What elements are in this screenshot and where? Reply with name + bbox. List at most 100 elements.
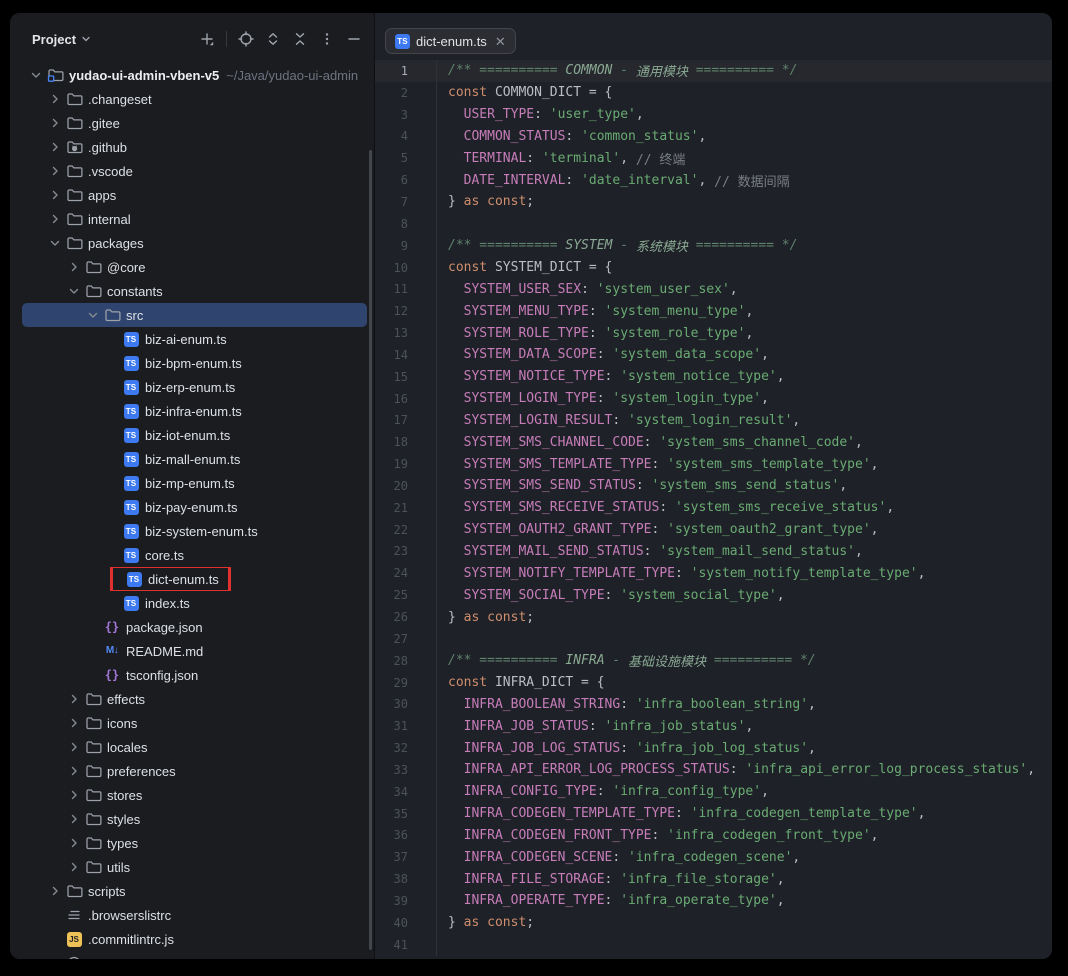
chevron-right-icon[interactable] — [47, 187, 63, 203]
tree-item-item[interactable] — [10, 951, 374, 959]
line-number: 28 — [375, 650, 437, 672]
tree-item-utils[interactable]: utils — [10, 855, 374, 879]
folder-icon — [84, 835, 102, 851]
tree-item-biz-bpm-enum-ts[interactable]: TSbiz-bpm-enum.ts — [10, 351, 374, 375]
folder-icon — [65, 163, 83, 179]
line-number: 10 — [375, 257, 437, 279]
tree-item-github[interactable]: .github — [10, 135, 374, 159]
tree-item-biz-pay-enum-ts[interactable]: TSbiz-pay-enum.ts — [10, 495, 374, 519]
tree-item-biz-iot-enum-ts[interactable]: TSbiz-iot-enum.ts — [10, 423, 374, 447]
chevron-spacer — [104, 403, 120, 419]
tree-item-label: icons — [107, 716, 137, 731]
code-line-text: INFRA_JOB_LOG_STATUS: 'infra_job_log_sta… — [437, 737, 816, 759]
chevron-right-icon[interactable] — [66, 739, 82, 755]
tree-item-biz-erp-enum-ts[interactable]: TSbiz-erp-enum.ts — [10, 375, 374, 399]
tree-item-label: locales — [107, 740, 147, 755]
tree-item-commitlintrc-js[interactable]: JS.commitlintrc.js — [10, 927, 374, 951]
collapse-all-icon[interactable] — [292, 31, 308, 47]
chevron-right-icon[interactable] — [66, 259, 82, 275]
tree-item-constants[interactable]: constants — [10, 279, 374, 303]
tree-item-biz-mp-enum-ts[interactable]: TSbiz-mp-enum.ts — [10, 471, 374, 495]
tab-dict-enum-ts[interactable]: TS dict-enum.ts ✕ — [385, 28, 516, 54]
chevron-right-icon[interactable] — [47, 91, 63, 107]
tree-item-browserslistrc[interactable]: .browserslistrc — [10, 903, 374, 927]
code-line: 41 — [375, 934, 1052, 956]
code-line: 23 SYSTEM_MAIL_SEND_STATUS: 'system_mail… — [375, 541, 1052, 563]
line-number: 2 — [375, 82, 437, 104]
code-line: 24 SYSTEM_NOTIFY_TEMPLATE_TYPE: 'system_… — [375, 562, 1052, 584]
tree-item-biz-system-enum-ts[interactable]: TSbiz-system-enum.ts — [10, 519, 374, 543]
tree-item-biz-infra-enum-ts[interactable]: TSbiz-infra-enum.ts — [10, 399, 374, 423]
chevron-down-icon[interactable] — [28, 67, 44, 83]
chevron-right-icon[interactable] — [66, 811, 82, 827]
code-line: 35 INFRA_CODEGEN_TEMPLATE_TYPE: 'infra_c… — [375, 803, 1052, 825]
tree-item-stores[interactable]: stores — [10, 783, 374, 807]
tree-item-styles[interactable]: styles — [10, 807, 374, 831]
chevron-down-icon[interactable] — [66, 283, 82, 299]
tree-item-gitee[interactable]: .gitee — [10, 111, 374, 135]
tree-item-dict-enum-ts[interactable]: TSdict-enum.ts — [10, 567, 374, 591]
tree-item-label: .github — [88, 140, 127, 155]
tree-item-icons[interactable]: icons — [10, 711, 374, 735]
code-line: 21 SYSTEM_SMS_RECEIVE_STATUS: 'system_sm… — [375, 497, 1052, 519]
crosshair-icon[interactable] — [238, 31, 254, 47]
chevron-right-icon[interactable] — [47, 163, 63, 179]
chevron-right-icon[interactable] — [66, 859, 82, 875]
code-editor[interactable]: 1/** ========== COMMON - 通用模块 ==========… — [375, 60, 1052, 959]
chevron-right-icon[interactable] — [66, 787, 82, 803]
tree-item-label: index.ts — [145, 596, 190, 611]
tree-item-src[interactable]: src — [10, 303, 374, 327]
close-icon[interactable]: ✕ — [495, 35, 506, 48]
chevron-right-icon[interactable] — [47, 115, 63, 131]
javascript-icon: JS — [65, 931, 83, 947]
line-number: 20 — [375, 475, 437, 497]
code-line-text: USER_TYPE: 'user_type', — [437, 104, 644, 126]
code-line: 19 SYSTEM_SMS_TEMPLATE_TYPE: 'system_sms… — [375, 453, 1052, 475]
chevron-spacer — [85, 619, 101, 635]
tree-item-apps[interactable]: apps — [10, 183, 374, 207]
line-number: 9 — [375, 235, 437, 257]
chevron-right-icon[interactable] — [47, 139, 63, 155]
chevron-right-icon[interactable] — [66, 715, 82, 731]
code-line: 39 INFRA_OPERATE_TYPE: 'infra_operate_ty… — [375, 890, 1052, 912]
typescript-icon: TS — [395, 34, 410, 49]
tree-item-biz-mall-enum-ts[interactable]: TSbiz-mall-enum.ts — [10, 447, 374, 471]
tree-item-index-ts[interactable]: TSindex.ts — [10, 591, 374, 615]
chevron-right-icon[interactable] — [66, 763, 82, 779]
toolbar-divider — [226, 31, 227, 47]
tree-item-biz-ai-enum-ts[interactable]: TSbiz-ai-enum.ts — [10, 327, 374, 351]
project-panel-toolbar — [199, 31, 362, 47]
chevron-right-icon[interactable] — [66, 835, 82, 851]
tree-item-packages[interactable]: packages — [10, 231, 374, 255]
tree-item-locales[interactable]: locales — [10, 735, 374, 759]
tree-item-vscode[interactable]: .vscode — [10, 159, 374, 183]
chevron-down-icon[interactable] — [85, 307, 101, 323]
tree-item-effects[interactable]: effects — [10, 687, 374, 711]
tree-item-internal[interactable]: internal — [10, 207, 374, 231]
tree-item-yudao-ui-admin-vben-v5[interactable]: yudao-ui-admin-vben-v5~/Java/yudao-ui-ad… — [10, 63, 374, 87]
tree-item-package-json[interactable]: {}package.json — [10, 615, 374, 639]
project-panel-scrollbar[interactable] — [369, 150, 372, 950]
chevron-right-icon[interactable] — [47, 211, 63, 227]
tree-item-scripts[interactable]: scripts — [10, 879, 374, 903]
red-highlight-box: TSdict-enum.ts — [110, 567, 231, 591]
expand-all-icon[interactable] — [265, 31, 281, 47]
tree-item-core-ts[interactable]: TScore.ts — [10, 543, 374, 567]
editor-tab-bar: TS dict-enum.ts ✕ — [375, 13, 1052, 60]
minus-icon[interactable] — [346, 31, 362, 47]
code-line-text: INFRA_CODEGEN_SCENE: 'infra_codegen_scen… — [437, 846, 800, 868]
tree-item-types[interactable]: types — [10, 831, 374, 855]
kebab-menu-icon[interactable] — [319, 31, 335, 47]
chevron-right-icon[interactable] — [66, 691, 82, 707]
chevron-right-icon[interactable] — [47, 883, 63, 899]
plus-icon[interactable] — [199, 31, 215, 47]
tree-item-core[interactable]: @core — [10, 255, 374, 279]
tree-item-label: internal — [88, 212, 131, 227]
tree-item-changeset[interactable]: .changeset — [10, 87, 374, 111]
tree-item-preferences[interactable]: preferences — [10, 759, 374, 783]
tree-item-readme-md[interactable]: M↓README.md — [10, 639, 374, 663]
chevron-down-icon[interactable] — [47, 235, 63, 251]
code-line-text: SYSTEM_DATA_SCOPE: 'system_data_scope', — [437, 344, 769, 366]
tree-item-tsconfig-json[interactable]: {}tsconfig.json — [10, 663, 374, 687]
project-view-selector[interactable]: Project — [32, 32, 91, 47]
